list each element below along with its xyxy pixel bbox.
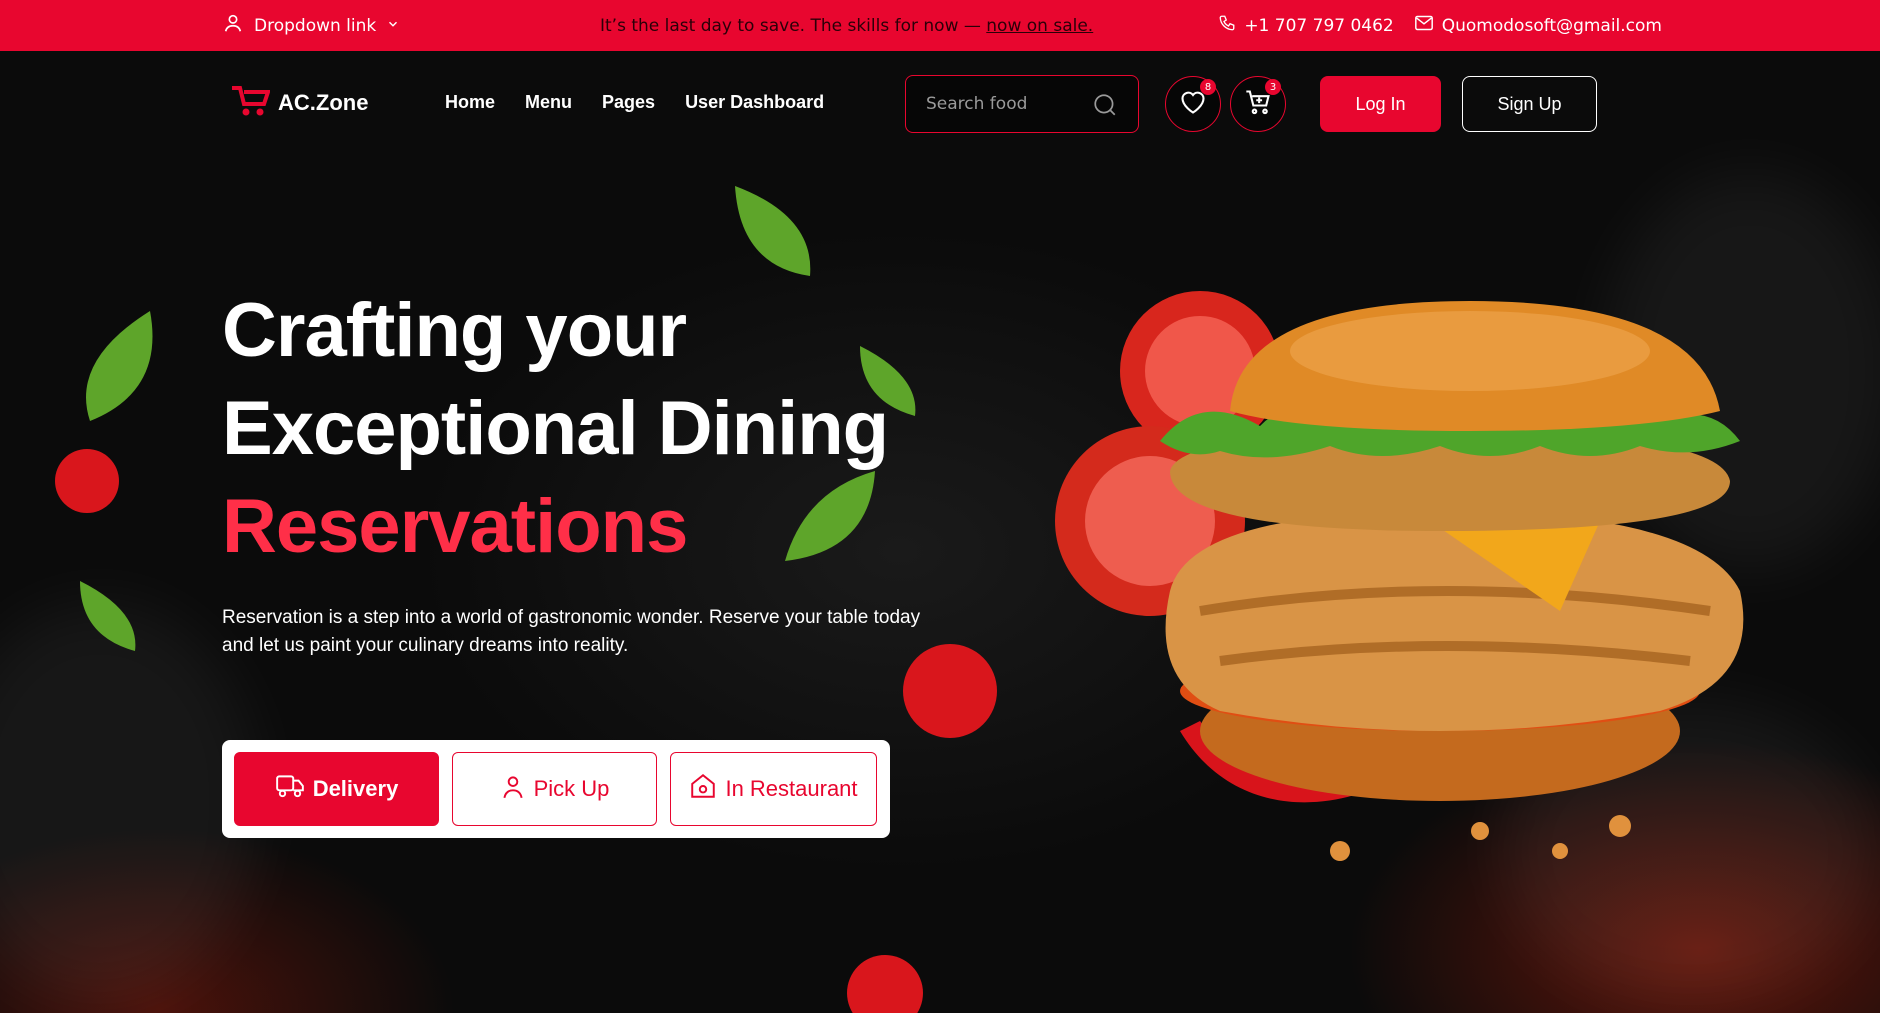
basil-leaf-decoration — [86, 311, 153, 421]
smoke-decoration — [0, 601, 260, 1001]
restaurant-icon — [689, 772, 717, 806]
in-restaurant-label: In Restaurant — [725, 776, 858, 801]
nav-pages[interactable]: Pages — [602, 92, 655, 113]
order-options: Delivery Pick Up In Restaurant — [222, 740, 890, 838]
delivery-label: Delivery — [312, 776, 399, 801]
wishlist-count-badge: 8 — [1200, 79, 1216, 95]
pickup-label: Pick Up — [533, 776, 610, 801]
person-pin-icon — [500, 772, 526, 806]
basil-leaf-decoration — [735, 186, 811, 276]
hero-description: Reservation is a step into a world of ga… — [222, 607, 921, 656]
in-restaurant-option[interactable]: In Restaurant — [670, 752, 877, 826]
truck-icon — [275, 772, 305, 806]
login-button[interactable]: Log In — [1320, 76, 1441, 132]
email-contact[interactable]: Quomodosoft@gmail.com — [1414, 14, 1662, 37]
dropdown-label: Dropdown link — [254, 15, 377, 36]
contact-info: +1 707 797 0462 Quomodosoft@gmail.com — [1218, 14, 1662, 37]
dropdown-link[interactable]: Dropdown link — [222, 12, 400, 39]
phone-contact[interactable]: +1 707 797 0462 — [1218, 14, 1394, 37]
nav-home[interactable]: Home — [445, 92, 495, 113]
signup-button[interactable]: Sign Up — [1462, 76, 1597, 132]
promo-banner: It’s the last day to save. The skills fo… — [600, 16, 1093, 36]
search-box — [905, 75, 1139, 133]
phone-number: +1 707 797 0462 — [1244, 15, 1394, 36]
main-nav: Home Menu Pages User Dashboard — [445, 92, 824, 113]
user-icon — [222, 12, 244, 39]
cart-button[interactable]: 3 — [1230, 76, 1286, 132]
logo[interactable]: AC.Zone — [230, 84, 368, 122]
search-icon[interactable] — [1092, 92, 1118, 122]
promo-link[interactable]: now on sale. — [986, 16, 1093, 36]
hero-headline: Crafting your Exceptional Dining Reserva… — [222, 282, 942, 576]
delivery-option[interactable]: Delivery — [234, 752, 439, 826]
logo-text: AC.Zone — [278, 90, 369, 115]
nav-menu[interactable]: Menu — [525, 92, 572, 113]
wishlist-button[interactable]: 8 — [1165, 76, 1221, 132]
phone-icon — [1218, 14, 1236, 37]
headline-line-1: Crafting your — [222, 288, 687, 373]
pickup-option[interactable]: Pick Up — [452, 752, 657, 826]
chevron-down-icon — [386, 16, 400, 36]
cart-logo-icon — [230, 84, 271, 122]
tomato-decoration — [55, 449, 119, 513]
mail-icon — [1414, 14, 1434, 37]
headline-line-2: Exceptional Dining — [222, 386, 889, 471]
top-bar: Dropdown link It’s the last day to save.… — [0, 0, 1880, 51]
burger-image — [1055, 291, 1744, 861]
tomato-decoration — [847, 955, 923, 1013]
search-input[interactable] — [926, 94, 1076, 114]
promo-text: It’s the last day to save. The skills fo… — [600, 15, 981, 36]
basil-leaf-decoration — [80, 581, 136, 651]
email-address: Quomodosoft@gmail.com — [1441, 15, 1662, 36]
cart-count-badge: 3 — [1265, 79, 1281, 95]
headline-accent: Reservations — [222, 484, 688, 569]
nav-user-dashboard[interactable]: User Dashboard — [685, 92, 824, 113]
